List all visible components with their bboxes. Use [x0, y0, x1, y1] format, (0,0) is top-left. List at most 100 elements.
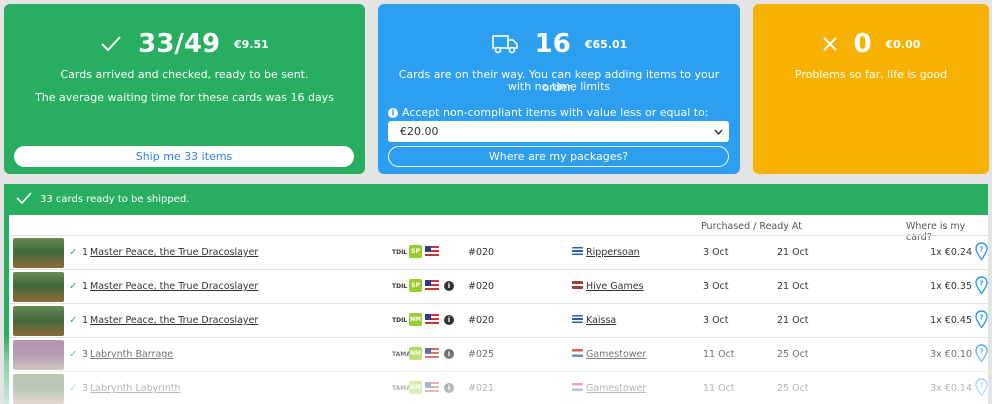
seller-link[interactable]: Hive Games — [586, 281, 644, 292]
svg-text:?: ? — [979, 246, 983, 254]
info-icon: i — [388, 107, 398, 118]
us-flag-icon — [425, 246, 439, 257]
table-row: ✓ 1 Master Peace, the True Dracoslayer TDIL… — [9, 303, 988, 337]
purchased-date: 11 Oct — [703, 383, 735, 394]
table-row: ✓ 1 Master Peace, the True Dracoslayer TDIL… — [9, 269, 988, 303]
in-transit-stat-row: 16 €65.01 — [378, 24, 740, 64]
arrived-amount: €9.51 — [234, 37, 269, 51]
svg-text:?: ? — [979, 314, 983, 322]
select-value: €20.00 — [400, 125, 439, 138]
problems-message: Problems so far, life is good — [794, 68, 948, 81]
condition-badge: NM — [409, 313, 422, 326]
card-name-link[interactable]: Master Peace, the True Dracoslayer — [90, 247, 258, 258]
header-purchased-ready: Purchased / Ready At — [701, 221, 802, 232]
purchased-date: 11 Oct — [703, 349, 735, 360]
info-icon[interactable]: i — [444, 349, 454, 359]
seller-flag-icon — [572, 383, 583, 391]
table-row: ✓ 3 Labrynth Barrage TAMA NM i #025 Gamestower 1… — [9, 337, 988, 371]
order-number: #020 — [468, 247, 495, 258]
order-number: #020 — [468, 281, 495, 292]
order-number: #021 — [468, 383, 495, 394]
where-packages-button[interactable]: Where are my packages? — [388, 146, 729, 167]
location-pin-icon[interactable]: ? — [975, 276, 988, 298]
card-quantity: 3 — [82, 383, 89, 394]
seller-link[interactable]: Gamestower — [586, 383, 646, 394]
card-name-link[interactable]: Labrynth Labyrinth — [90, 383, 181, 394]
card-quantity: 1 — [82, 247, 89, 258]
condition-badge: SP — [409, 279, 422, 292]
condition-badge: NM — [409, 347, 422, 360]
in-transit-amount: €65.01 — [584, 37, 628, 51]
location-pin-icon[interactable]: ? — [975, 242, 988, 264]
in-transit-card: 16 €65.01 Cards are on their way. You ca… — [378, 4, 740, 174]
ready-date: 21 Oct — [777, 315, 809, 326]
price: 3x €0.14 — [930, 383, 972, 394]
noncompliant-label: i Accept non-compliant items with value … — [388, 106, 709, 119]
svg-text:?: ? — [979, 280, 983, 288]
noncompliant-value-select[interactable]: €20.00 — [388, 121, 729, 142]
purchased-date: 3 Oct — [703, 315, 729, 326]
svg-text:?: ? — [979, 348, 983, 356]
ship-items-button[interactable]: Ship me 33 items — [14, 146, 354, 167]
checkmark-icon: ✓ — [69, 315, 78, 326]
info-icon[interactable]: i — [444, 315, 454, 325]
x-icon — [822, 36, 838, 52]
purchased-date: 3 Oct — [703, 281, 729, 292]
card-thumbnail[interactable] — [13, 306, 64, 336]
seller-flag-icon — [572, 349, 583, 357]
ready-date: 25 Oct — [777, 349, 809, 360]
location-pin-icon[interactable]: ? — [975, 310, 988, 332]
location-pin-icon[interactable]: ? — [975, 378, 988, 400]
us-flag-icon — [425, 348, 439, 359]
banner-text: 33 cards ready to be shipped. — [40, 194, 190, 205]
seller-link[interactable]: Gamestower — [586, 349, 646, 360]
purchased-date: 3 Oct — [703, 247, 729, 258]
checkmark-icon: ✓ — [69, 281, 78, 292]
arrived-stat-row: 33/49 €9.51 — [4, 24, 365, 64]
chevron-down-icon — [714, 125, 723, 138]
checkmark-icon: ✓ — [69, 383, 78, 394]
problems-count: 0 — [853, 29, 872, 59]
info-icon[interactable]: i — [444, 281, 454, 291]
checkmark-icon: ✓ — [69, 349, 78, 360]
ready-date: 25 Oct — [777, 383, 809, 394]
info-icon[interactable]: i — [444, 383, 454, 393]
noncompliant-label-text: Accept non-compliant items with value le… — [402, 106, 709, 119]
table-row: ✓ 1 Master Peace, the True Dracoslayer TDIL… — [9, 235, 988, 269]
table-row: ✓ 3 Labrynth Labyrinth TAMA NM i #021 Gamestowe… — [9, 371, 988, 404]
seller-link[interactable]: Rippersoan — [586, 247, 640, 258]
set-code: TDIL — [392, 317, 408, 324]
set-code: TDIL — [392, 249, 408, 256]
in-transit-message-2: with no time limits — [507, 80, 611, 93]
card-name-link[interactable]: Master Peace, the True Dracoslayer — [90, 315, 258, 326]
card-quantity: 1 — [82, 281, 89, 292]
ready-date: 21 Oct — [777, 247, 809, 258]
price: 3x €0.10 — [930, 349, 972, 360]
card-quantity: 1 — [82, 315, 89, 326]
card-name-link[interactable]: Master Peace, the True Dracoslayer — [90, 281, 258, 292]
price: 1x €0.35 — [930, 281, 972, 292]
problems-card: 0 €0.00 Problems so far, life is good — [753, 4, 989, 174]
arrived-card: 33/49 €9.51 Cards arrived and checked, r… — [4, 4, 365, 174]
problems-stat-row: 0 €0.00 — [753, 24, 989, 64]
card-thumbnail[interactable] — [13, 238, 64, 268]
location-pin-icon[interactable]: ? — [975, 344, 988, 366]
card-name-link[interactable]: Labrynth Barrage — [90, 349, 173, 360]
card-thumbnail[interactable] — [13, 272, 64, 302]
in-transit-count: 16 — [534, 29, 571, 59]
seller-link[interactable]: Kaissa — [586, 315, 616, 326]
set-code: TDIL — [392, 283, 408, 290]
cards-table: Purchased / Ready At Where is my card? ✓… — [4, 215, 988, 404]
arrived-count: 33/49 — [138, 29, 221, 59]
ready-to-ship-banner: 33 cards ready to be shipped. — [4, 184, 988, 215]
card-thumbnail[interactable] — [13, 374, 64, 404]
table-header: Purchased / Ready At Where is my card? — [4, 215, 988, 243]
checkmark-icon — [100, 35, 122, 53]
seller-flag-icon — [572, 281, 583, 289]
price: 1x €0.24 — [930, 247, 972, 258]
svg-text:?: ? — [979, 382, 983, 390]
card-thumbnail[interactable] — [13, 340, 64, 370]
us-flag-icon — [425, 382, 439, 393]
truck-icon — [491, 33, 519, 55]
price: 1x €0.45 — [930, 315, 972, 326]
